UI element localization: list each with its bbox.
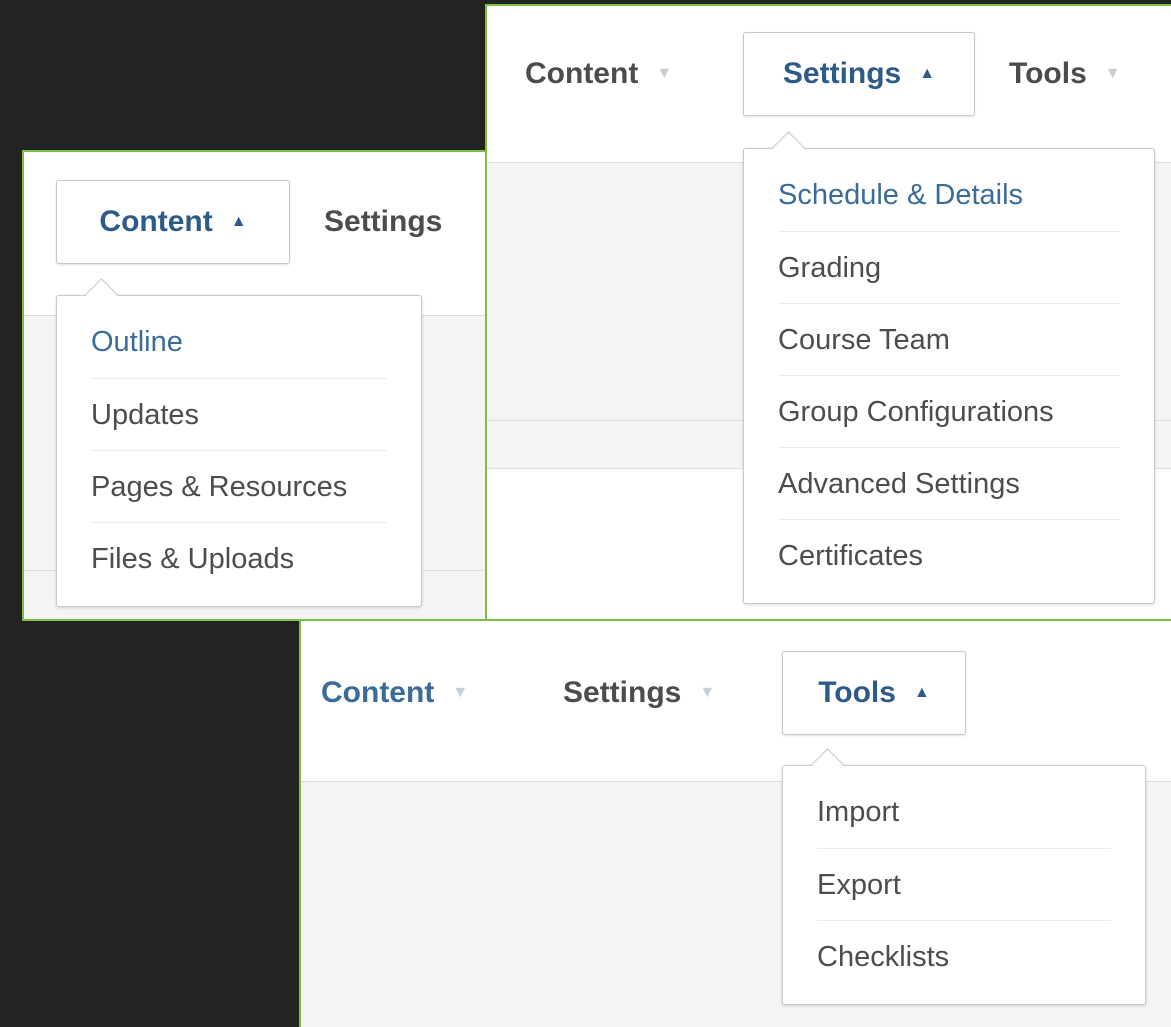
- nav-settings-button[interactable]: Settings ▲: [743, 32, 975, 116]
- menu-item-outline[interactable]: Outline: [91, 306, 387, 378]
- caret-down-icon: ▼: [452, 684, 469, 701]
- menu-item-updates[interactable]: Updates: [91, 378, 387, 451]
- menu-item-pages-resources[interactable]: Pages & Resources: [91, 450, 387, 523]
- menu-item-grading[interactable]: Grading: [778, 231, 1120, 304]
- menu-item-advanced-settings[interactable]: Advanced Settings: [778, 447, 1120, 520]
- nav-header: Content ▼ Settings ▼ Tools ▲: [301, 621, 1171, 782]
- menu-item-course-team[interactable]: Course Team: [778, 303, 1120, 376]
- nav-settings-button[interactable]: Settings: [324, 180, 442, 264]
- nav-tools-label: Tools: [818, 676, 896, 709]
- menu-item-checklists[interactable]: Checklists: [817, 920, 1111, 993]
- nav-settings-label: Settings: [782, 57, 902, 90]
- caret-down-icon: ▼: [1104, 65, 1121, 82]
- caret-down-icon: ▼: [699, 684, 716, 701]
- caret-up-icon: ▲: [913, 684, 930, 701]
- tools-dropdown: Import Export Checklists: [782, 748, 1146, 1005]
- menu-item-import[interactable]: Import: [817, 776, 1111, 848]
- nav-settings-button[interactable]: Settings ▼: [563, 651, 715, 735]
- nav-content-button[interactable]: Content ▼: [525, 32, 672, 116]
- caret-up-icon: ▲: [230, 213, 247, 230]
- menu-item-export[interactable]: Export: [817, 848, 1111, 921]
- content-menu-panel: Content ▲ Settings Outline Updates Pages…: [22, 150, 490, 621]
- nav-content-label: Content: [321, 676, 435, 709]
- nav-tools-button[interactable]: Tools ▲: [782, 651, 966, 735]
- nav-tools-button[interactable]: Tools ▼: [1009, 32, 1121, 116]
- nav-content-button[interactable]: Content ▼: [321, 651, 468, 735]
- caret-up-icon: ▲: [919, 65, 936, 82]
- nav-content-button[interactable]: Content ▲: [56, 180, 290, 264]
- menu-item-certificates[interactable]: Certificates: [778, 519, 1120, 592]
- settings-dropdown: Schedule & Details Grading Course Team G…: [743, 131, 1155, 604]
- caret-down-icon: ▼: [656, 65, 673, 82]
- nav-settings-label: Settings: [324, 205, 443, 238]
- menu-item-schedule-details[interactable]: Schedule & Details: [778, 159, 1120, 231]
- nav-content-label: Content: [99, 205, 213, 238]
- tools-menu-panel: Content ▼ Settings ▼ Tools ▲ Import Expo…: [299, 619, 1171, 1027]
- content-dropdown: Outline Updates Pages & Resources Files …: [56, 278, 422, 607]
- nav-content-label: Content: [525, 57, 639, 90]
- nav-header: Content ▼ Settings ▲ Tools ▼: [487, 6, 1171, 163]
- nav-tools-label: Tools: [1009, 57, 1087, 90]
- nav-settings-label: Settings: [563, 676, 682, 709]
- settings-menu-panel: Content ▼ Settings ▲ Tools ▼ Schedule & …: [485, 4, 1171, 621]
- menu-item-group-configurations[interactable]: Group Configurations: [778, 375, 1120, 448]
- menu-item-files-uploads[interactable]: Files & Uploads: [91, 522, 387, 595]
